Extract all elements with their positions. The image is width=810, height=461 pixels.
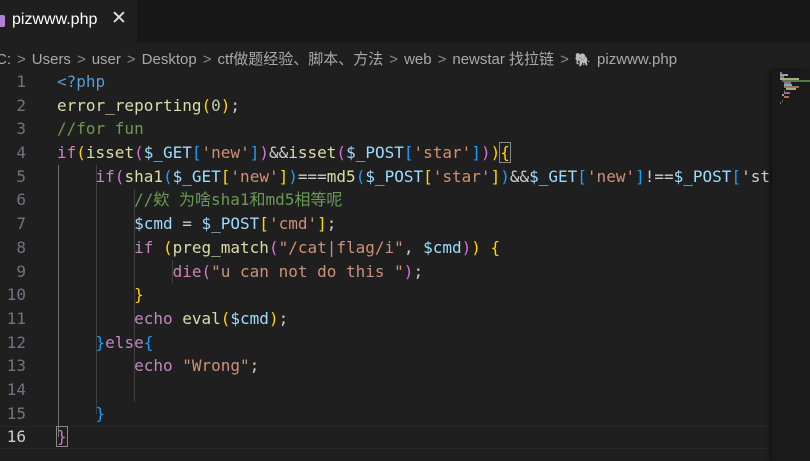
breadcrumb-file[interactable]: pizwww.php	[597, 51, 677, 68]
line-number: 4	[16, 143, 26, 163]
line-number: 16	[6, 427, 26, 447]
line-number: 14	[6, 379, 26, 399]
code-line[interactable]: die("u can not do this ");	[57, 260, 772, 284]
code-line[interactable]: echo eval($cmd);	[57, 307, 772, 331]
code-line[interactable]: //for fun	[57, 117, 772, 141]
breadcrumb-user[interactable]: user	[92, 51, 121, 68]
code-line[interactable]: $cmd = $_POST['cmd'];	[57, 212, 772, 236]
line-number: 7	[16, 214, 26, 234]
breadcrumb-desktop[interactable]: Desktop	[142, 51, 197, 68]
chevron-right-icon: >	[126, 51, 136, 68]
code-line[interactable]: if(sha1($_GET['new'])===md5($_POST['star…	[57, 165, 772, 189]
code-line[interactable]: }else{	[57, 331, 772, 355]
line-number: 5	[16, 166, 26, 186]
chevron-right-icon: >	[17, 51, 26, 68]
line-number: 2	[16, 95, 26, 115]
code-area[interactable]: <?php error_reporting(0);//for fun if(isse…	[56, 70, 772, 449]
close-icon[interactable]: ✕	[110, 8, 128, 30]
code-line[interactable]	[57, 378, 772, 402]
code-line[interactable]: <?php	[57, 70, 772, 94]
line-number: 3	[16, 119, 26, 139]
code-line[interactable]: if (preg_match("/cat|flag/i", $cmd)) {	[57, 236, 772, 260]
code-line[interactable]: }	[56, 425, 772, 449]
line-number-gutter: 1 2 3 4 5 6 7 8 9 10 11 12 13 14 15 16	[0, 70, 40, 449]
code-line[interactable]: //欸 为啥sha1和md5相等呢	[57, 188, 772, 212]
minimap-line	[784, 96, 790, 98]
minimap-line	[786, 88, 797, 90]
line-number: 10	[6, 285, 26, 305]
breadcrumb-ctf-folder[interactable]: ctf做题经验、脚本、方法	[217, 51, 383, 68]
breadcrumb-web[interactable]: web	[404, 51, 432, 68]
line-number: 1	[16, 72, 26, 91]
chevron-right-icon: >	[437, 51, 447, 68]
php-file-icon	[0, 15, 5, 27]
chevron-right-icon: >	[202, 51, 212, 68]
breadcrumb: C: > Users > user > Desktop > ctf做题经验、脚本、方法 > web >…	[0, 43, 810, 70]
breadcrumb-users[interactable]: Users	[32, 51, 71, 68]
minimap-line	[784, 92, 791, 94]
line-number: 11	[6, 308, 26, 328]
breadcrumb-newstar[interactable]: newstar 找拉链	[452, 51, 554, 68]
code-line[interactable]: }	[57, 283, 772, 307]
code-line[interactable]: echo "Wrong";	[57, 354, 772, 378]
line-number: 13	[6, 356, 26, 376]
line-number: 6	[16, 190, 26, 210]
chevron-right-icon: >	[560, 51, 569, 68]
editor-tab[interactable]: pizwww.php ✕	[0, 0, 137, 43]
code-editor[interactable]: 1 2 3 4 5 6 7 8 9 10 11 12 13 14 15 16 <?php error_repor…	[0, 70, 772, 461]
minimap[interactable]	[772, 70, 810, 461]
php-elephant-icon: 🐘	[574, 52, 592, 67]
tab-bar: pizwww.php ✕	[0, 0, 810, 43]
chevron-right-icon: >	[389, 51, 399, 68]
chevron-right-icon: >	[76, 51, 86, 68]
code-line[interactable]: error_reporting(0);	[57, 94, 772, 118]
code-line[interactable]: if(isset($_GET['new'])&&isset($_POST['st…	[57, 141, 772, 165]
line-number: 8	[16, 237, 26, 257]
code-line[interactable]: }	[57, 402, 772, 426]
tab-title: pizwww.php	[12, 11, 98, 28]
breadcrumb-drive[interactable]: C:	[0, 51, 11, 68]
line-number: 15	[6, 403, 26, 423]
line-number: 9	[16, 261, 26, 281]
line-number: 12	[6, 332, 26, 352]
